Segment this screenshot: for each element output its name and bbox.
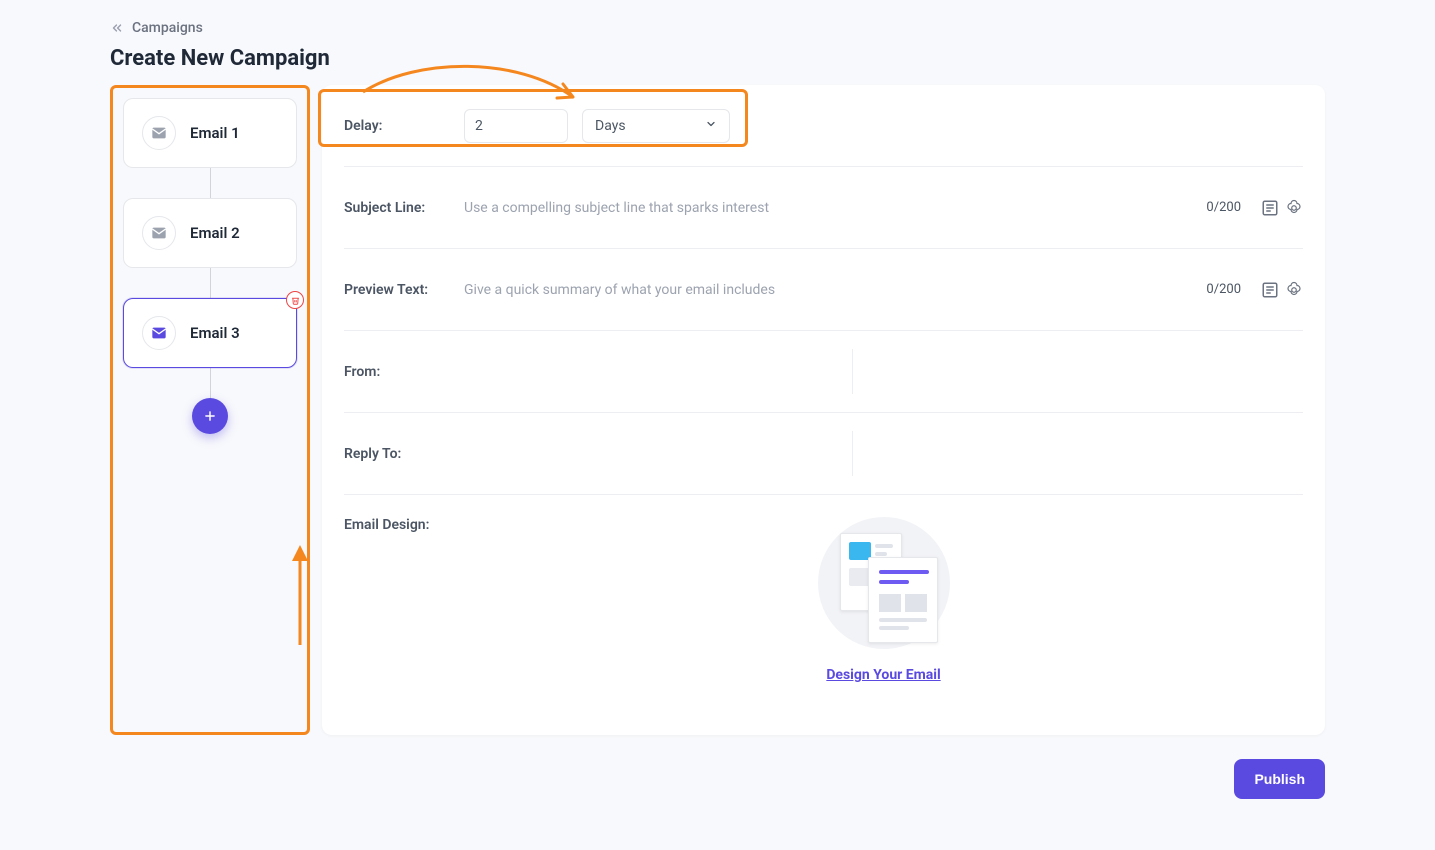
sequence-connector xyxy=(210,268,211,298)
mail-icon xyxy=(142,316,176,350)
design-email-link[interactable]: Design Your Email xyxy=(826,667,940,683)
template-icon[interactable] xyxy=(1261,199,1279,217)
sequence-connector xyxy=(210,368,211,398)
ai-icon[interactable] xyxy=(1285,199,1303,217)
delay-unit-select[interactable]: Days xyxy=(582,109,730,143)
subject-row: Subject Line: Use a compelling subject l… xyxy=(344,167,1303,249)
breadcrumb[interactable]: Campaigns xyxy=(110,20,1325,36)
chevrons-left-icon xyxy=(110,21,124,35)
page-title: Create New Campaign xyxy=(110,46,1325,71)
delete-email-button[interactable] xyxy=(286,291,304,309)
sequence-connector xyxy=(210,168,211,198)
reply-to-row: Reply To: xyxy=(344,413,1303,495)
preview-input[interactable]: Give a quick summary of what your email … xyxy=(464,282,1206,298)
from-row: From: xyxy=(344,331,1303,413)
chevron-down-icon xyxy=(705,118,717,134)
preview-row: Preview Text: Give a quick summary of wh… xyxy=(344,249,1303,331)
design-illustration xyxy=(818,517,950,649)
delay-value-input[interactable]: 2 xyxy=(464,109,568,143)
delay-row: Delay: 2 Days xyxy=(344,85,1303,167)
delay-label: Delay: xyxy=(344,118,464,134)
mail-icon xyxy=(142,216,176,250)
subject-counter: 0/200 xyxy=(1206,200,1241,215)
template-icon[interactable] xyxy=(1261,281,1279,299)
email-item-label: Email 3 xyxy=(190,324,240,342)
breadcrumb-campaigns[interactable]: Campaigns xyxy=(132,20,203,36)
delay-value-text: 2 xyxy=(475,118,483,134)
field-separator xyxy=(852,431,853,476)
mail-icon xyxy=(142,116,176,150)
preview-label: Preview Text: xyxy=(344,282,464,298)
email-item-label: Email 2 xyxy=(190,224,240,242)
design-row: Email Design: xyxy=(344,495,1303,705)
design-label: Email Design: xyxy=(344,517,464,533)
sidebar-item-email-2[interactable]: Email 2 xyxy=(123,198,297,268)
design-section: Design Your Email xyxy=(464,517,1303,683)
publish-button[interactable]: Publish xyxy=(1234,759,1325,799)
add-email-button[interactable] xyxy=(192,398,228,434)
subject-label: Subject Line: xyxy=(344,200,464,216)
email-item-label: Email 1 xyxy=(190,124,240,142)
from-label: From: xyxy=(344,364,464,380)
subject-input[interactable]: Use a compelling subject line that spark… xyxy=(464,200,1206,216)
reply-to-label: Reply To: xyxy=(344,446,464,462)
email-sequence-sidebar: Email 1 Email 2 xyxy=(110,85,310,735)
sidebar-item-email-3[interactable]: Email 3 xyxy=(123,298,297,368)
field-separator xyxy=(852,349,853,394)
email-editor-panel: Delay: 2 Days Subject Line: Use a compel… xyxy=(322,85,1325,735)
sidebar-item-email-1[interactable]: Email 1 xyxy=(123,98,297,168)
delay-unit-text: Days xyxy=(595,118,626,134)
ai-icon[interactable] xyxy=(1285,281,1303,299)
preview-counter: 0/200 xyxy=(1206,282,1241,297)
